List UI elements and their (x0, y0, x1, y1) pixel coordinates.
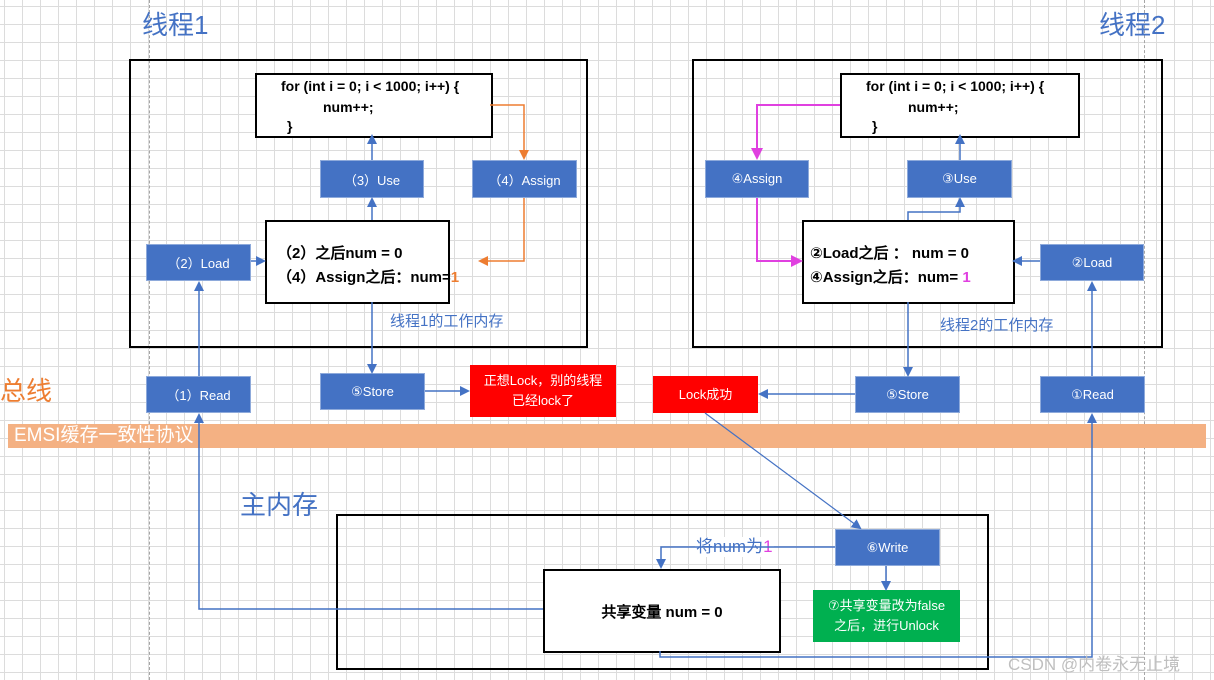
thread2-state-line-1: ②Load之后 ： num = 0 (810, 245, 969, 262)
thread1-state-value: 1 (450, 269, 460, 286)
write-value-label: 将num为1 (695, 537, 774, 557)
thread2-state-prefix: ④Assign之后：num= (810, 269, 963, 286)
shared-variable-box: 共享变量 num = 0 (543, 569, 781, 653)
unlock-line-2: 之后，进行Unlock (834, 618, 939, 633)
write-value-prefix: 将num为 (696, 537, 764, 556)
code-line-1: for (int i = 0; i < 1000; i++) { (866, 78, 1045, 94)
thread2-lock-success-note: Lock成功 (653, 376, 758, 413)
lock-fail-line-2: 已经lock了 (511, 393, 575, 408)
thread2-use-step[interactable]: ③Use (907, 160, 1012, 198)
thread1-code-block: for (int i = 0; i < 1000; i++) { num++; … (255, 73, 493, 138)
main-memory-title: 主内存 (240, 490, 319, 520)
thread2-code-block: for (int i = 0; i < 1000; i++) { num++; … (840, 73, 1080, 138)
thread2-title: 线程2 (1099, 10, 1166, 40)
bus-title: 总线 (0, 376, 53, 406)
thread2-store-step[interactable]: ⑤Store (855, 376, 960, 413)
watermark: CSDN @内卷永无止境 (1008, 655, 1181, 674)
thread2-local-state: ②Load之后 ： num = 0 ④Assign之后：num= 1 (802, 220, 1015, 304)
thread2-working-memory-label: 线程2的工作内存 (940, 317, 1054, 334)
thread2-read-step[interactable]: ①Read (1040, 376, 1145, 413)
thread1-load-step[interactable]: （2）Load (146, 244, 251, 281)
thread1-lock-failed-note: 正想Lock，别的线程 已经lock了 (470, 365, 616, 417)
code-line-3: } (287, 118, 293, 134)
thread2-state-line-2: ④Assign之后：num= 1 (810, 266, 971, 287)
code-line-3: } (872, 118, 878, 134)
thread1-working-memory-label: 线程1的工作内存 (390, 313, 504, 330)
thread1-use-step[interactable]: （3）Use (320, 160, 424, 198)
thread1-assign-step[interactable]: （4）Assign (472, 160, 577, 198)
code-line-2: num++; (908, 99, 959, 115)
thread1-state-prefix: （4）Assign之后：num= (277, 269, 451, 286)
thread1-state-line-1: （2）之后num = 0 (277, 245, 403, 262)
thread2-state-value: 1 (962, 269, 971, 286)
thread1-local-state: （2）之后num = 0 （4）Assign之后：num=1 (265, 220, 459, 304)
thread2-load-step[interactable]: ②Load (1040, 244, 1144, 281)
thread1-title: 线程1 (142, 10, 209, 40)
unlock-line-1: ⑦共享变量改为false (827, 598, 946, 613)
unlock-note: ⑦共享变量改为false 之后，进行Unlock (813, 590, 960, 642)
write-value-number: 1 (763, 537, 773, 556)
code-line-2: num++; (323, 99, 374, 115)
thread1-read-step[interactable]: （1）Read (146, 376, 251, 413)
shared-variable-label: 共享变量 num = 0 (601, 603, 723, 621)
thread2-assign-step[interactable]: ④Assign (705, 160, 809, 198)
code-line-1: for (int i = 0; i < 1000; i++) { (281, 78, 460, 94)
thread2-write-step[interactable]: ⑥Write (835, 529, 940, 566)
thread1-state-line-2: （4）Assign之后：num=1 (277, 266, 459, 287)
thread1-store-step[interactable]: ⑤Store (320, 373, 425, 410)
bus-protocol-label: EMSI缓存一致性协议 (14, 425, 194, 446)
lock-fail-line-1: 正想Lock，别的线程 (483, 373, 603, 388)
